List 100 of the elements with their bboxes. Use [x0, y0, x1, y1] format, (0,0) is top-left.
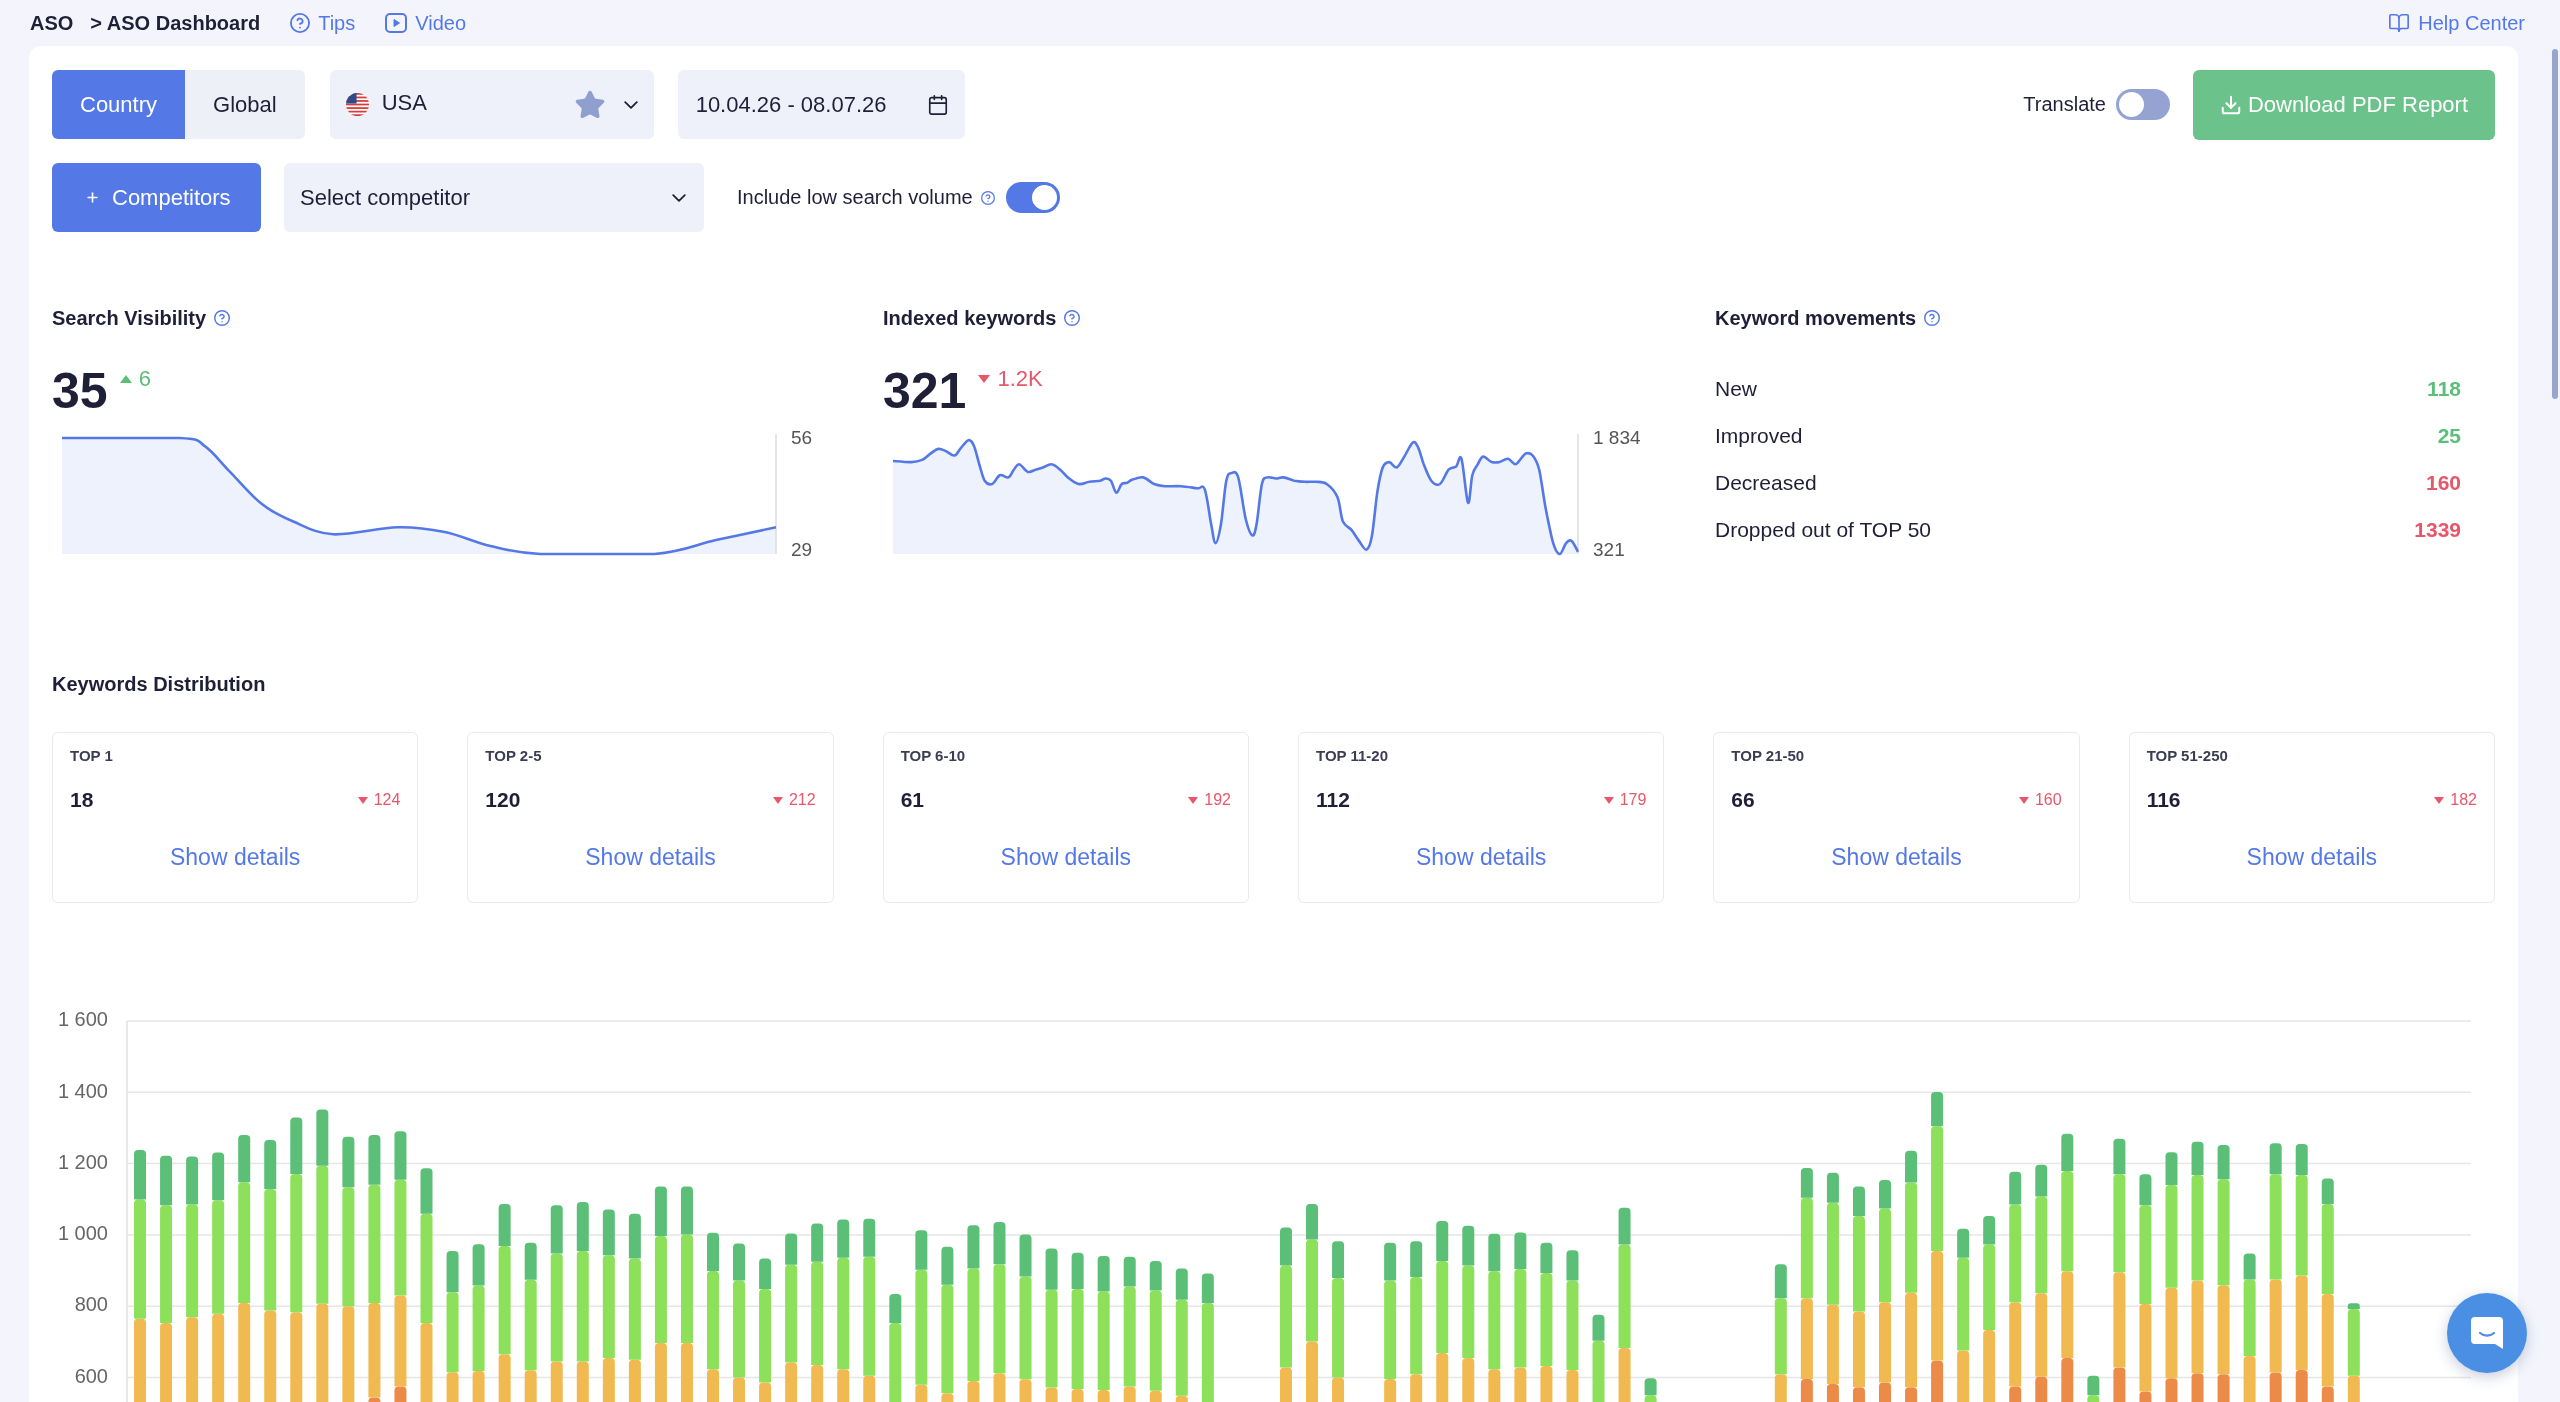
bar — [680, 1186, 693, 1235]
bar — [785, 1233, 798, 1265]
bar — [238, 1135, 251, 1183]
add-competitors-button[interactable]: Competitors — [52, 163, 261, 232]
axis-max-label: 1 834 — [1593, 426, 1641, 450]
star-icon[interactable] — [573, 88, 606, 121]
bar — [1905, 1150, 1918, 1183]
bar — [2269, 1174, 2282, 1280]
country-select[interactable]: USA — [329, 70, 654, 139]
bar — [186, 1156, 199, 1205]
help-icon[interactable] — [1064, 310, 1081, 326]
low-volume-label: Include low search volume — [737, 186, 973, 209]
bar — [1879, 1180, 1891, 1209]
bar — [394, 1131, 407, 1180]
toggle-switch[interactable] — [2116, 89, 2170, 120]
bar — [1826, 1202, 1839, 1305]
bar — [524, 1242, 537, 1280]
translate-label: Translate — [2023, 93, 2106, 116]
toggle-switch[interactable] — [1005, 182, 1060, 213]
scope-tab[interactable]: Country — [52, 70, 186, 139]
bar — [733, 1243, 746, 1281]
bar — [1332, 1241, 1345, 1279]
bar — [915, 1230, 928, 1270]
show-details-link[interactable]: Show details — [169, 842, 301, 872]
bar — [576, 1202, 589, 1251]
bar — [2009, 1204, 2022, 1303]
bar — [394, 1179, 407, 1296]
axis-min-label: 29 — [791, 538, 813, 562]
chevron-down-icon — [623, 100, 638, 109]
bar — [1201, 1273, 1214, 1303]
bar — [2165, 1152, 2178, 1185]
scope-tab[interactable]: Global — [185, 70, 305, 139]
competitor-select[interactable]: Select competitor — [284, 163, 704, 232]
bar — [264, 1140, 277, 1189]
bar — [446, 1250, 459, 1293]
bar — [1436, 1221, 1449, 1261]
date-range-field[interactable]: 10.04.26 - 08.07.26 — [677, 70, 965, 139]
rank-range-label: TOP 2-5 — [485, 747, 542, 765]
help-icon[interactable] — [980, 190, 995, 205]
bar — [1931, 1126, 1944, 1251]
bar — [967, 1225, 980, 1269]
bar — [1774, 1264, 1787, 1299]
help-icon[interactable] — [1924, 310, 1941, 326]
keyword-count: 18 — [70, 788, 94, 812]
bar — [290, 1117, 303, 1174]
count-change: 124 — [373, 791, 401, 809]
show-details-link[interactable]: Show details — [585, 842, 716, 872]
help-icon — [290, 13, 311, 33]
calendar-icon — [926, 93, 949, 116]
bar — [2321, 1203, 2334, 1295]
help-icon[interactable] — [214, 310, 231, 326]
bar — [368, 1135, 381, 1185]
bar — [2139, 1174, 2152, 1206]
bar — [2269, 1143, 2282, 1175]
bar — [134, 1150, 147, 1200]
bar — [1931, 1091, 1944, 1127]
breadcrumb-item[interactable]: ASO — [30, 11, 74, 35]
bar — [1384, 1242, 1397, 1281]
bar — [2217, 1179, 2230, 1286]
bar — [1149, 1260, 1162, 1291]
chat-icon — [2469, 1315, 2505, 1351]
metric-change: 6 — [138, 366, 151, 392]
help-center-link[interactable]: Help Center — [2388, 11, 2525, 35]
bar — [1800, 1197, 1813, 1299]
metric-title: Indexed keywords — [883, 306, 1057, 330]
show-details-link[interactable]: Show details — [1415, 842, 1547, 872]
bar — [628, 1213, 641, 1259]
scrollbar-thumb[interactable] — [2552, 49, 2558, 399]
bar — [1488, 1233, 1501, 1272]
bar — [212, 1152, 225, 1201]
bar — [316, 1109, 329, 1166]
bar — [1175, 1268, 1188, 1300]
bar — [1279, 1227, 1292, 1266]
rank-range-label: TOP 6-10 — [900, 747, 966, 765]
bar — [1097, 1255, 1110, 1292]
header-link[interactable]: Tips — [290, 11, 356, 35]
header-link[interactable]: Video — [385, 11, 467, 35]
bar — [2035, 1196, 2048, 1294]
video-play-icon — [385, 13, 408, 33]
download-pdf-button[interactable]: Download PDF Report — [2193, 69, 2495, 140]
bar — [2217, 1145, 2230, 1180]
bar — [1514, 1232, 1527, 1270]
bar — [1071, 1252, 1084, 1290]
axis-tick-label: 600 — [74, 1364, 108, 1387]
movement-label: Decreased — [1715, 470, 1817, 495]
show-details-link[interactable]: Show details — [1831, 842, 1962, 872]
bar — [1618, 1207, 1631, 1245]
metric-change: 1.2K — [997, 366, 1043, 392]
bar — [2113, 1174, 2126, 1273]
show-details-link[interactable]: Show details — [1000, 842, 1132, 872]
keyword-count: 66 — [1731, 788, 1755, 812]
bar — [602, 1209, 615, 1256]
section-title: Keywords Distribution — [52, 672, 266, 697]
show-details-link[interactable]: Show details — [2246, 842, 2378, 872]
movement-count: 118 — [2427, 376, 2461, 401]
bar — [1019, 1234, 1032, 1277]
bar — [1852, 1186, 1865, 1217]
bar — [2191, 1175, 2204, 1281]
book-icon — [2388, 12, 2411, 34]
axis-tick-label: 1 000 — [57, 1222, 108, 1245]
